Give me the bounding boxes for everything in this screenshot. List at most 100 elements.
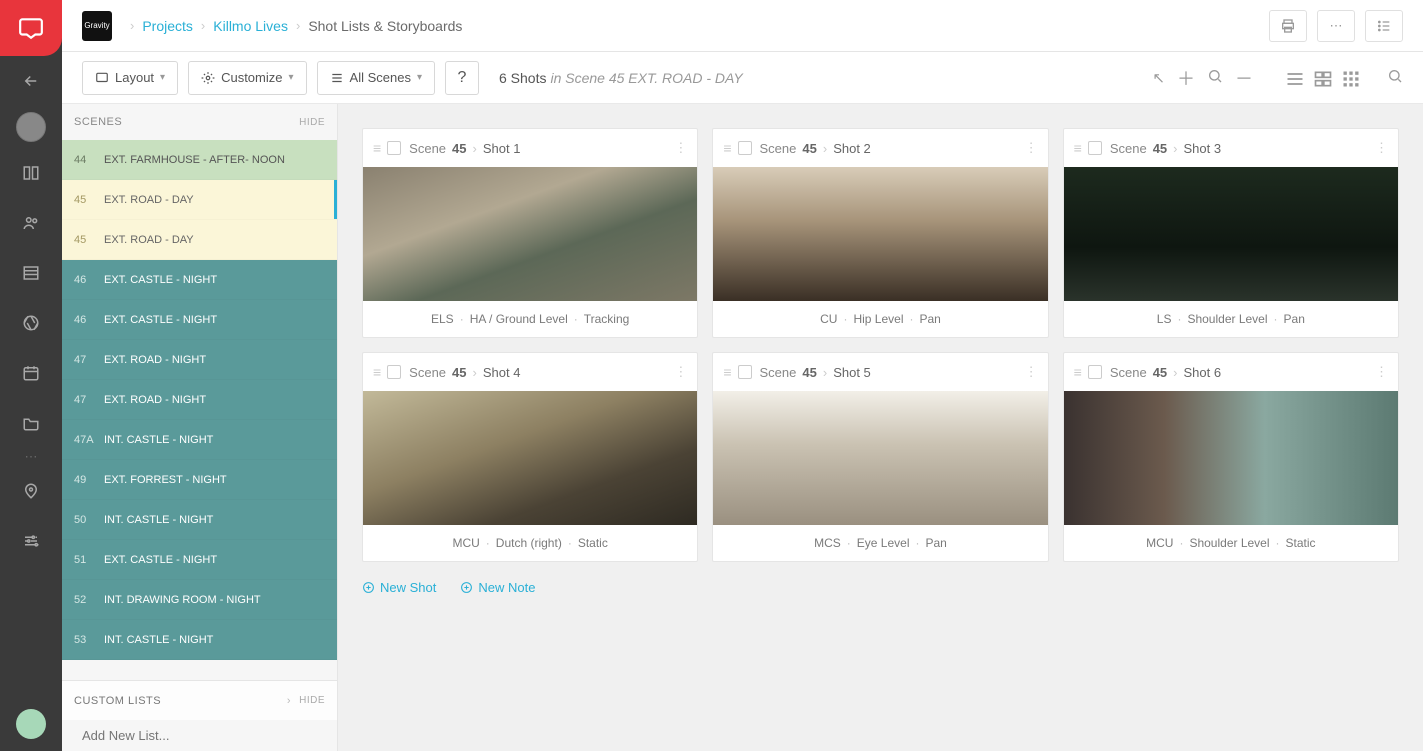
scene-row[interactable]: 46EXT. CASTLE - NIGHT (62, 300, 337, 340)
scene-name: EXT. ROAD - DAY (104, 194, 325, 206)
shot-image[interactable] (1064, 391, 1398, 525)
drag-handle-icon[interactable]: ≡ (373, 140, 381, 156)
new-note-button[interactable]: New Note (460, 580, 535, 595)
card-more-icon[interactable]: ⋮ (1025, 364, 1038, 380)
drag-handle-icon[interactable]: ≡ (723, 140, 731, 156)
scenes-title: SCENES (74, 116, 122, 128)
folder-icon[interactable] (0, 398, 62, 448)
shot-card[interactable]: ≡Scene45›Shot 4⋮MCU·Dutch (right)·Static (362, 352, 698, 562)
shot-checkbox[interactable] (387, 365, 401, 379)
chevron-right-icon[interactable]: › (287, 695, 291, 707)
new-shot-button[interactable]: New Shot (362, 580, 436, 595)
scene-row[interactable]: 47EXT. ROAD - NIGHT (62, 340, 337, 380)
shot-card[interactable]: ≡Scene45›Shot 1⋮ELS·HA / Ground Level·Tr… (362, 128, 698, 338)
list-icon[interactable] (0, 248, 62, 298)
shot-checkbox[interactable] (738, 141, 752, 155)
app-logo[interactable] (0, 0, 62, 56)
card-more-icon[interactable]: ⋮ (674, 364, 687, 380)
scene-name: INT. CASTLE - NIGHT (104, 514, 325, 526)
shot-meta: ELS·HA / Ground Level·Tracking (363, 301, 697, 337)
view-list-icon[interactable] (1285, 69, 1305, 87)
shot-checkbox[interactable] (387, 141, 401, 155)
shot-context: in Scene 45 EXT. ROAD - DAY (550, 70, 742, 86)
scene-row[interactable]: 44EXT. FARMHOUSE - AFTER- NOON (62, 140, 337, 180)
card-more-icon[interactable]: ⋮ (674, 140, 687, 156)
project-avatar[interactable] (16, 112, 46, 142)
scenes-hide[interactable]: HIDE (299, 117, 325, 128)
scene-row[interactable]: 49EXT. FORREST - NIGHT (62, 460, 337, 500)
card-more-icon[interactable]: ⋮ (1025, 140, 1038, 156)
shot-image[interactable] (363, 391, 697, 525)
customize-label: Customize (221, 70, 282, 85)
shot-card[interactable]: ≡Scene45›Shot 6⋮MCU·Shoulder Level·Stati… (1063, 352, 1399, 562)
app-rail: ⋯ (0, 0, 62, 751)
search-icon[interactable] (1387, 68, 1403, 87)
scene-row[interactable]: 52INT. DRAWING ROOM - NIGHT (62, 580, 337, 620)
chevron-right-icon: › (823, 141, 827, 156)
shot-card[interactable]: ≡Scene45›Shot 5⋮MCS·Eye Level·Pan (712, 352, 1048, 562)
pin-icon[interactable] (0, 466, 62, 516)
shot-image[interactable] (363, 167, 697, 301)
drag-handle-icon[interactable]: ≡ (723, 364, 731, 380)
scenes-filter-dropdown[interactable]: All Scenes▾ (317, 61, 435, 95)
custom-lists-hide[interactable]: HIDE (299, 695, 325, 706)
crumb-project[interactable]: Killmo Lives (213, 18, 288, 34)
card-more-icon[interactable]: ⋮ (1375, 364, 1388, 380)
shot-meta-item: Tracking (584, 312, 630, 326)
shot-image[interactable] (713, 391, 1047, 525)
shot-card[interactable]: ≡Scene45›Shot 2⋮CU·Hip Level·Pan (712, 128, 1048, 338)
shot-checkbox[interactable] (738, 365, 752, 379)
drag-handle-icon[interactable]: ≡ (1074, 140, 1082, 156)
ellipsis-icon[interactable]: ⋯ (0, 448, 62, 466)
scene-label: Scene (409, 141, 446, 156)
shot-meta-item: CU (820, 312, 837, 326)
scene-row[interactable]: 53INT. CASTLE - NIGHT (62, 620, 337, 660)
shot-image[interactable] (713, 167, 1047, 301)
zoom-out-button[interactable]: － (1235, 65, 1253, 91)
panels-icon[interactable] (0, 148, 62, 198)
scene-row[interactable]: 47AINT. CASTLE - NIGHT (62, 420, 337, 460)
project-tile[interactable]: Gravity (82, 11, 112, 41)
shot-meta-item: Static (578, 536, 608, 550)
zoom-reset-button[interactable] (1207, 68, 1223, 87)
outline-button[interactable] (1365, 10, 1403, 42)
add-list-input[interactable] (82, 728, 258, 743)
user-avatar[interactable] (16, 709, 46, 739)
scene-row[interactable]: 47EXT. ROAD - NIGHT (62, 380, 337, 420)
shot-meta-item: Dutch (right) (496, 536, 562, 550)
more-button[interactable]: ⋯ (1317, 10, 1355, 42)
shot-image[interactable] (1064, 167, 1398, 301)
shot-meta: MCU·Shoulder Level·Static (1064, 525, 1398, 561)
shot-meta-item: Shoulder Level (1187, 312, 1267, 326)
drag-handle-icon[interactable]: ≡ (373, 364, 381, 380)
card-more-icon[interactable]: ⋮ (1375, 140, 1388, 156)
layout-dropdown[interactable]: Layout▾ (82, 61, 178, 95)
scene-number: 50 (74, 514, 104, 526)
people-icon[interactable] (0, 198, 62, 248)
scene-name: EXT. ROAD - NIGHT (104, 354, 325, 366)
aperture-icon[interactable] (0, 298, 62, 348)
scene-row[interactable]: 50INT. CASTLE - NIGHT (62, 500, 337, 540)
shot-checkbox[interactable] (1088, 365, 1102, 379)
new-shot-label: New Shot (380, 580, 436, 595)
scene-label: Scene (409, 365, 446, 380)
back-icon[interactable] (0, 56, 62, 106)
shot-card[interactable]: ≡Scene45›Shot 3⋮LS·Shoulder Level·Pan (1063, 128, 1399, 338)
calendar-icon[interactable] (0, 348, 62, 398)
print-button[interactable] (1269, 10, 1307, 42)
view-grid-icon[interactable] (1341, 69, 1361, 87)
drag-handle-icon[interactable]: ≡ (1074, 364, 1082, 380)
scene-row[interactable]: 51EXT. CASTLE - NIGHT (62, 540, 337, 580)
sliders-icon[interactable] (0, 516, 62, 566)
customize-dropdown[interactable]: Customize▾ (188, 61, 306, 95)
scene-number: 49 (74, 474, 104, 486)
shot-checkbox[interactable] (1088, 141, 1102, 155)
view-cards-icon[interactable] (1313, 69, 1333, 87)
zoom-in-button[interactable]: ＋ (1177, 65, 1195, 91)
scene-row[interactable]: 45EXT. ROAD - DAY (62, 220, 337, 260)
crumb-projects[interactable]: Projects (142, 18, 193, 34)
scene-row[interactable]: 45EXT. ROAD - DAY (62, 180, 337, 220)
scene-row[interactable]: 46EXT. CASTLE - NIGHT (62, 260, 337, 300)
shot-meta-item: HA / Ground Level (470, 312, 568, 326)
help-button[interactable]: ? (445, 61, 479, 95)
